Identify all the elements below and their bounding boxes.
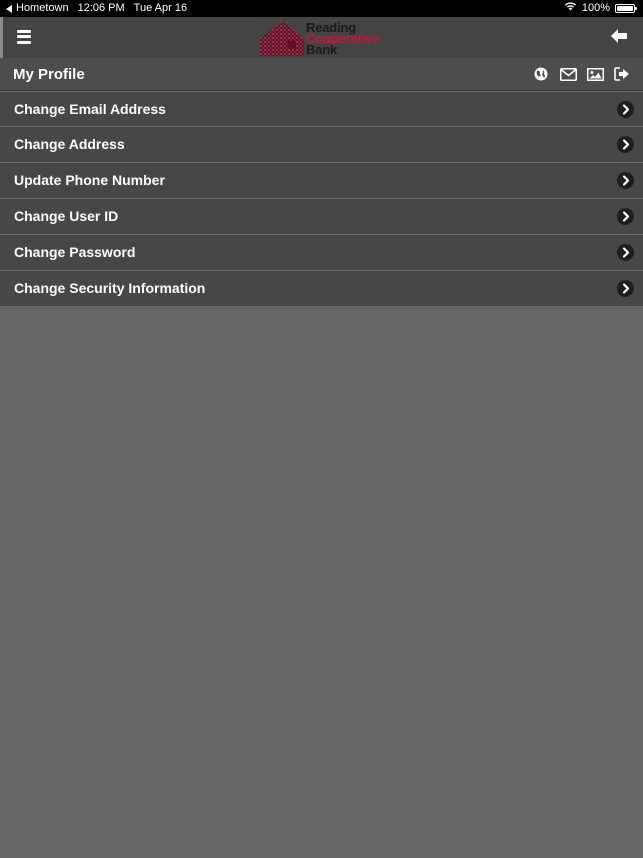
menu-item-update-phone-number[interactable]: Update Phone Number bbox=[0, 163, 643, 199]
menu-item-label: Change User ID bbox=[14, 208, 119, 224]
sign-out-icon[interactable] bbox=[613, 66, 631, 82]
wifi-icon bbox=[564, 0, 577, 17]
profile-menu-list: Change Email Address Change Address Upda… bbox=[0, 91, 643, 307]
status-bar: Hometown 12:06 PM Tue Apr 16 100% bbox=[0, 0, 643, 17]
image-icon[interactable] bbox=[586, 66, 604, 82]
chevron-right-icon bbox=[617, 101, 634, 118]
status-date: Tue Apr 16 bbox=[133, 2, 188, 14]
chevron-right-icon bbox=[617, 208, 634, 225]
menu-item-change-email-address[interactable]: Change Email Address bbox=[0, 91, 643, 127]
status-time: 12:06 PM bbox=[77, 2, 125, 14]
page-title: My Profile bbox=[13, 66, 85, 83]
back-to-app-icon[interactable] bbox=[6, 4, 12, 13]
envelope-icon[interactable] bbox=[559, 66, 577, 82]
menu-item-label: Change Address bbox=[14, 136, 125, 152]
status-right: 100% bbox=[564, 0, 637, 17]
status-left: Hometown 12:06 PM Tue Apr 16 bbox=[6, 0, 196, 17]
chevron-right-icon bbox=[617, 136, 634, 153]
menu-item-label: Change Security Information bbox=[14, 280, 206, 296]
globe-icon[interactable] bbox=[532, 66, 550, 82]
chevron-right-icon bbox=[617, 244, 634, 261]
menu-item-change-user-id[interactable]: Change User ID bbox=[0, 199, 643, 235]
chevron-right-icon bbox=[617, 280, 634, 297]
house-logo-icon bbox=[260, 21, 304, 56]
menu-item-label: Update Phone Number bbox=[14, 172, 165, 188]
hamburger-menu-icon[interactable] bbox=[17, 29, 31, 45]
app-header: Reading Cooperative Bank bbox=[0, 17, 643, 58]
back-app-label[interactable]: Hometown bbox=[16, 0, 69, 17]
battery-icon bbox=[615, 4, 637, 13]
chevron-right-icon bbox=[617, 172, 634, 189]
back-arrow-icon[interactable] bbox=[609, 26, 629, 46]
menu-item-change-password[interactable]: Change Password bbox=[0, 235, 643, 271]
menu-item-label: Change Password bbox=[14, 244, 136, 260]
battery-percent: 100% bbox=[581, 2, 610, 14]
logo-text: Reading Cooperative Bank bbox=[306, 21, 379, 56]
toolbar-icons bbox=[523, 66, 631, 82]
bank-logo: Reading Cooperative Bank bbox=[258, 19, 398, 57]
menu-item-change-address[interactable]: Change Address bbox=[0, 127, 643, 163]
title-bar: My Profile bbox=[0, 58, 643, 91]
menu-item-change-security-information[interactable]: Change Security Information bbox=[0, 271, 643, 307]
menu-item-label: Change Email Address bbox=[14, 101, 166, 117]
